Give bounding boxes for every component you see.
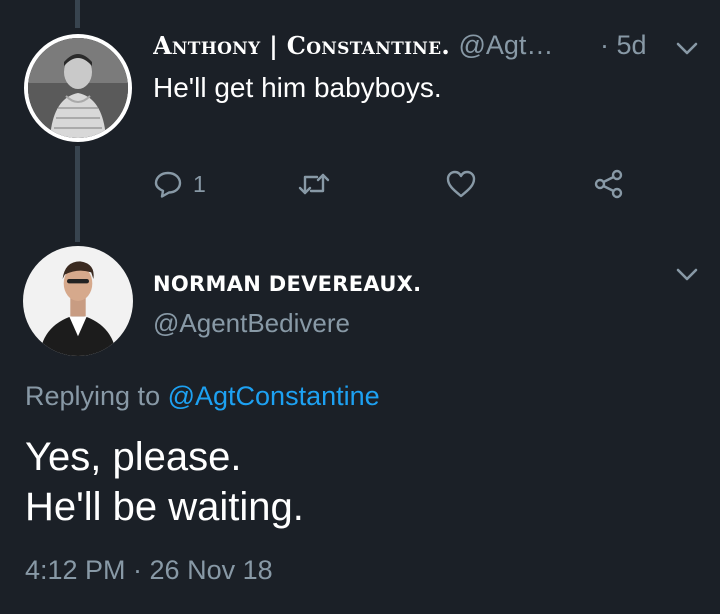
tweet-actions: 1 <box>153 166 633 202</box>
tweet-text: He'll get him babyboys. <box>153 72 442 103</box>
reply-button[interactable]: 1 <box>153 166 206 202</box>
tweet-text-line: He'll be waiting. <box>25 485 304 529</box>
tweet-text-line: Yes, please. <box>25 435 242 479</box>
retweet-button[interactable] <box>297 166 331 202</box>
tweet-age[interactable]: · 5d <box>600 30 647 61</box>
user-handle[interactable]: @Agt… <box>458 30 553 60</box>
reply-count: 1 <box>193 170 206 197</box>
user-handle[interactable]: @AgentBedivere <box>153 308 350 339</box>
avatar-image-norman <box>23 246 133 356</box>
reply-icon <box>153 169 183 199</box>
tweet-thread: Anthony | Constantine. @Agt… · 5d He'll … <box>0 0 720 614</box>
share-icon <box>593 168 625 200</box>
replying-to-link[interactable]: @AgtConstantine <box>168 381 380 411</box>
replying-to: Replying to @AgtConstantine <box>25 381 380 412</box>
tweet-timestamp[interactable]: 4:12 PM · 26 Nov 18 <box>25 555 273 586</box>
avatar[interactable] <box>24 34 132 142</box>
share-button[interactable] <box>593 166 625 202</box>
avatar-image-anthony <box>28 38 128 138</box>
retweet-icon <box>297 169 331 199</box>
replying-to-label: Replying to <box>25 381 161 411</box>
chevron-down-icon[interactable] <box>676 42 698 56</box>
thread-connector-line <box>75 146 80 242</box>
avatar[interactable] <box>23 246 133 356</box>
thread-connector-line <box>75 0 80 28</box>
tweet-text: Yes, please. He'll be waiting. <box>25 432 304 532</box>
display-name[interactable]: NORMAN DEVEREAUX. <box>153 272 421 296</box>
chevron-down-icon[interactable] <box>676 268 698 282</box>
heart-icon <box>445 169 477 199</box>
like-button[interactable] <box>445 166 477 202</box>
display-name[interactable]: Anthony | Constantine. <box>153 31 450 60</box>
